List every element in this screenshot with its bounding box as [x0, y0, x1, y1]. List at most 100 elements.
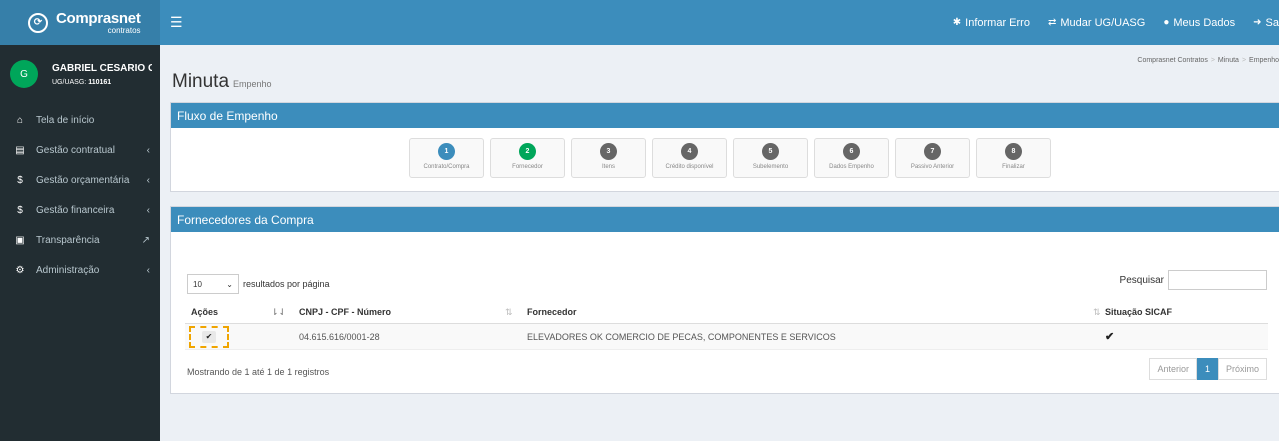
breadcrumb: Comprasnet Contratos > Minuta > Empenho: [1137, 57, 1279, 64]
step-number: 3: [600, 143, 617, 160]
step-label: Subelemento: [752, 164, 789, 170]
page-length-value: 10: [193, 279, 202, 289]
sidebar-item-label: Tela de início: [36, 114, 95, 126]
column-header-label: Situação SICAF: [1105, 306, 1173, 317]
step-label: Itens: [601, 164, 615, 170]
page-length-suffix: resultados por página: [243, 279, 330, 289]
change-uasg-label: Mudar UG/UASG: [1060, 16, 1146, 29]
bug-icon: ✱: [952, 17, 962, 28]
step-items[interactable]: 3 Itens: [571, 138, 646, 178]
step-prior-liability[interactable]: 7 Passivo Anterior: [895, 138, 970, 178]
step-number: 7: [924, 143, 941, 160]
sidebar-item-label: Gestão contratual: [36, 144, 115, 156]
report-error-link[interactable]: ✱ Informar Erro: [953, 17, 1030, 29]
sidebar-item-financial-management[interactable]: $ Gestão financeira ‹: [0, 195, 160, 225]
sidebar-item-label: Gestão financeira: [36, 204, 115, 216]
table-row: ✔ 04.615.616/0001-28 ELEVADORES OK COMER…: [185, 324, 1268, 350]
exchange-icon: ⇄: [1047, 17, 1057, 28]
external-link-icon: ↗: [141, 234, 150, 246]
table-header: Ações ⇂⇃ CNPJ - CPF - Número ⇅ Fornecedo…: [185, 300, 1268, 324]
column-header-sicaf[interactable]: ⇅ Situação SICAF: [1091, 307, 1268, 317]
change-uasg-link[interactable]: ⇄ Mudar UG/UASG: [1048, 17, 1145, 29]
logo[interactable]: ⟳ Comprasnet contratos: [0, 0, 160, 45]
breadcrumb-item: Empenho: [1249, 57, 1279, 64]
my-data-label: Meus Dados: [1173, 16, 1236, 29]
user-uasg: UG/UASG: 110161: [52, 79, 152, 86]
user-panel: G GABRIEL CESARIO GUI... UG/UASG: 110161: [0, 45, 160, 101]
file-icon: ▤: [15, 144, 25, 156]
logout-link[interactable]: ➜ Sa: [1253, 17, 1279, 29]
step-commitment-data[interactable]: 6 Dados Empenho: [814, 138, 889, 178]
dollar-icon: $: [17, 174, 23, 186]
page-1-button[interactable]: 1: [1196, 358, 1218, 380]
sidebar-item-label: Gestão orçamentária: [36, 174, 130, 186]
step-label: Dados Empenho: [829, 164, 874, 170]
sort-desc-icon: ⇂⇃: [271, 306, 287, 317]
uasg-value: 110161: [88, 78, 112, 86]
page-length-select[interactable]: 10 ⌄: [187, 274, 239, 294]
previous-page-button[interactable]: Anterior: [1149, 358, 1197, 380]
breadcrumb-item[interactable]: Comprasnet Contratos: [1137, 57, 1207, 64]
column-header-cnpj[interactable]: ⇂⇃ CNPJ - CPF - Número: [269, 307, 503, 317]
check-icon: ✔: [1105, 331, 1115, 343]
sort-icon: ⇅: [1093, 306, 1101, 317]
sicaf-cell: ✔: [1091, 330, 1268, 343]
logo-main-text: Comprasnet: [56, 9, 141, 27]
step-label: Passivo Anterior: [910, 164, 955, 170]
chevron-left-icon: ‹: [146, 144, 150, 156]
step-credit[interactable]: 4 Crédito disponível: [652, 138, 727, 178]
sidebar-item-administration[interactable]: ⚙ Administração ‹: [0, 255, 160, 285]
step-number: 4: [681, 143, 698, 160]
sidebar-item-transparency[interactable]: ▣ Transparência ↗: [0, 225, 160, 255]
id-card-icon: ▣: [15, 234, 25, 246]
chevron-left-icon: ‹: [146, 204, 150, 216]
search-control: Pesquisar: [1120, 270, 1267, 290]
report-error-label: Informar Erro: [965, 16, 1030, 29]
page-subtitle: Empenho: [233, 79, 272, 89]
pagination: Anterior 1 Próximo: [1149, 358, 1267, 380]
step-subelement[interactable]: 5 Subelemento: [733, 138, 808, 178]
search-input[interactable]: [1168, 270, 1267, 290]
step-supplier[interactable]: 2 Fornecedor: [490, 138, 565, 178]
suppliers-table: Ações ⇂⇃ CNPJ - CPF - Número ⇅ Fornecedo…: [185, 300, 1268, 350]
sidebar-item-budget-management[interactable]: $ Gestão orçamentária ‹: [0, 165, 160, 195]
my-data-link[interactable]: ● Meus Dados: [1163, 17, 1235, 29]
sidebar: G GABRIEL CESARIO GUI... UG/UASG: 110161…: [0, 45, 160, 441]
records-info: Mostrando de 1 até 1 de 1 registros: [187, 367, 330, 377]
breadcrumb-item[interactable]: Minuta: [1218, 57, 1239, 64]
step-finish[interactable]: 8 Finalizar: [976, 138, 1051, 178]
suppliers-box: Fornecedores da Compra 10 ⌄ resultados p…: [170, 206, 1279, 394]
flow-box: Fluxo de Empenho 1 Contrato/Compra 2 For…: [170, 102, 1279, 192]
top-nav-links: ✱ Informar Erro ⇄ Mudar UG/UASG ● Meus D…: [935, 0, 1279, 45]
supplier-cell: ELEVADORES OK COMERCIO DE PECAS, COMPONE…: [527, 331, 836, 342]
page-title: Minuta Empenho: [172, 71, 272, 93]
check-circle-icon: ✔: [202, 330, 216, 343]
column-header-label: Fornecedor: [527, 306, 577, 317]
step-number: 6: [843, 143, 860, 160]
page-length-control: 10 ⌄ resultados por página: [187, 274, 330, 294]
home-icon: ⌂: [16, 114, 24, 126]
chevron-down-icon: ⌄: [226, 279, 233, 289]
column-header-label: CNPJ - CPF - Número: [299, 306, 392, 317]
select-supplier-button[interactable]: ✔: [189, 325, 229, 348]
column-header-actions[interactable]: Ações: [185, 307, 269, 317]
logo-icon: ⟳: [28, 12, 48, 33]
cogs-icon: ⚙: [15, 264, 25, 276]
logo-sub-text: contratos: [107, 25, 141, 35]
step-contract[interactable]: 1 Contrato/Compra: [409, 138, 484, 178]
page-title-text: Minuta: [172, 71, 230, 92]
next-page-button[interactable]: Próximo: [1217, 358, 1267, 380]
top-navbar: ⟳ Comprasnet contratos ☰ ✱ Informar Erro…: [0, 0, 1279, 45]
chevron-left-icon: ‹: [146, 174, 150, 186]
dollar-icon: $: [17, 204, 23, 216]
column-header-supplier[interactable]: ⇅ Fornecedor: [503, 307, 1091, 317]
sidebar-item-label: Administração: [36, 264, 100, 276]
sign-out-icon: ➜: [1253, 17, 1262, 28]
chevron-left-icon: ‹: [146, 264, 150, 276]
uasg-label: UG/UASG:: [52, 78, 87, 86]
step-number: 5: [762, 143, 779, 160]
sidebar-item-home[interactable]: ⌂ Tela de início: [0, 105, 160, 135]
menu-toggle-icon[interactable]: ☰: [170, 15, 183, 29]
sidebar-item-contract-management[interactable]: ▤ Gestão contratual ‹: [0, 135, 160, 165]
flow-steps: 1 Contrato/Compra 2 Fornecedor 3 Itens 4…: [409, 138, 1057, 178]
